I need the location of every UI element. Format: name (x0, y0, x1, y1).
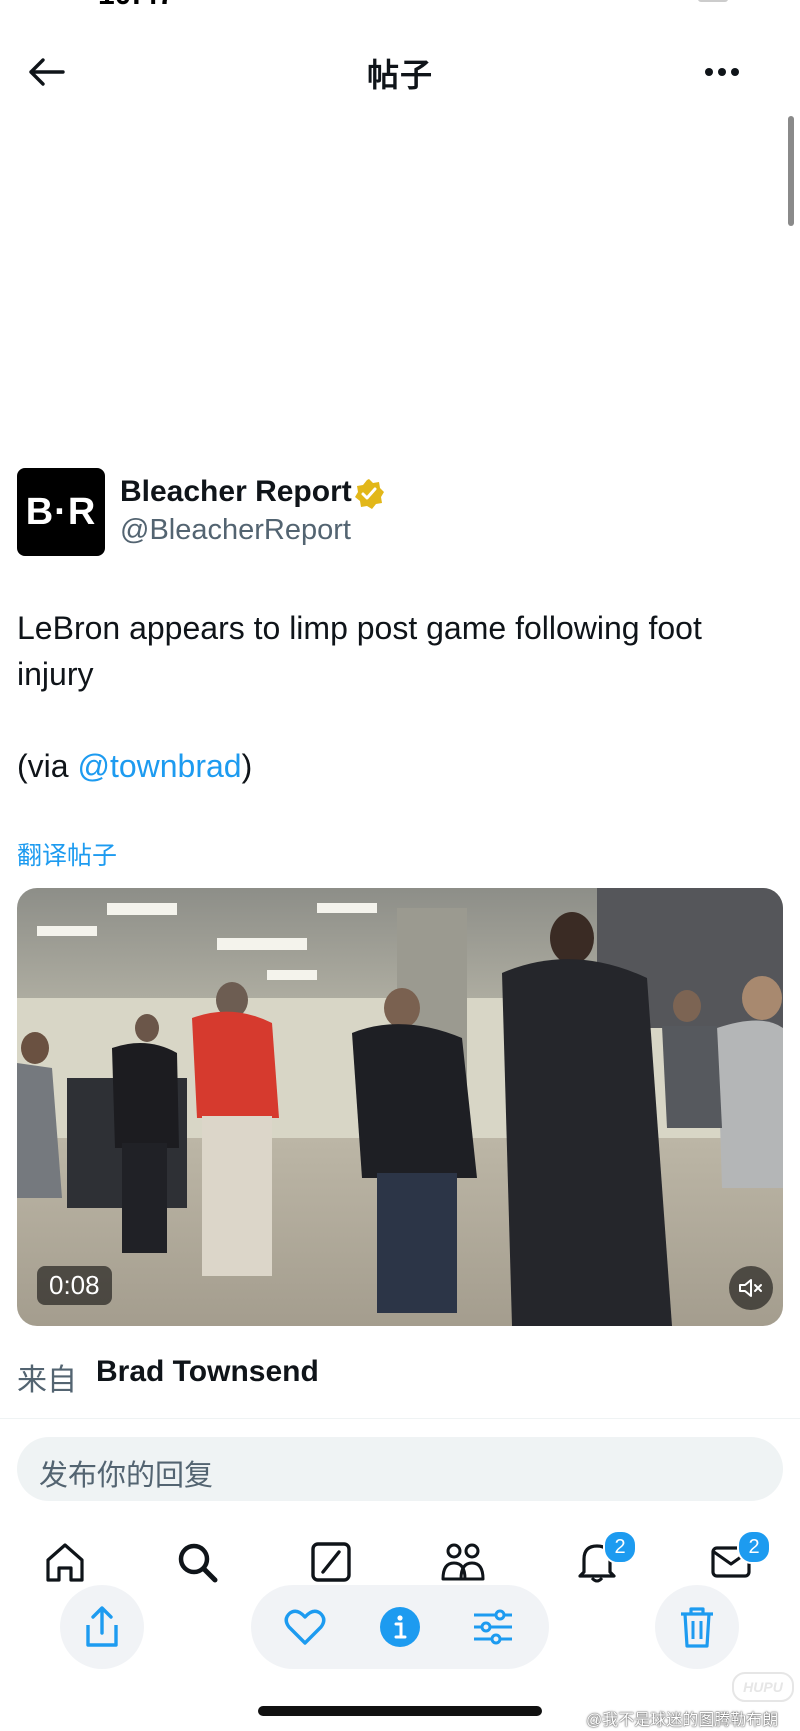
delete-button[interactable] (655, 1585, 739, 1669)
video-player[interactable]: 0:08 (17, 888, 783, 1326)
translate-post-link[interactable]: 翻译帖子 (17, 836, 117, 872)
watermark-logo: HUPU (732, 1672, 794, 1702)
author-avatar[interactable]: B·R (17, 468, 105, 556)
like-button[interactable] (278, 1600, 332, 1654)
watermark-text: @我不是球迷的图腾勒布朗 (586, 1712, 779, 1729)
slash-box-icon (311, 1542, 351, 1582)
page-title: 帖子 (366, 57, 433, 93)
via-line: (via @townbrad) (17, 743, 252, 789)
mute-button[interactable] (729, 1266, 773, 1310)
nav-search-button[interactable] (170, 1535, 224, 1589)
video-frame (17, 888, 783, 1326)
heart-icon (284, 1609, 326, 1645)
via-suffix: ) (241, 748, 253, 784)
video-duration: 0:08 (37, 1266, 112, 1305)
from-label: 来自 (17, 1364, 77, 1397)
author-handle[interactable]: @BleacherReport (120, 514, 351, 547)
status-time: 10:47 (98, 0, 175, 12)
trash-icon (681, 1607, 713, 1648)
nav-grok-button[interactable] (304, 1535, 358, 1589)
share-button[interactable] (60, 1585, 144, 1669)
mention-link[interactable]: @townbrad (77, 748, 241, 784)
via-prefix: (via (17, 748, 78, 784)
volume-mute-icon (739, 1279, 762, 1297)
share-icon (86, 1606, 118, 1647)
divider (0, 1418, 800, 1419)
sliders-icon (474, 1609, 512, 1645)
messages-badge: 2 (737, 1530, 771, 1564)
person-red-jacket (192, 982, 279, 1276)
reply-input[interactable]: 发布你的回复 (17, 1437, 783, 1501)
people-icon (441, 1543, 485, 1581)
nav-communities-button[interactable] (436, 1535, 490, 1589)
author-name[interactable]: Bleacher Report (120, 475, 352, 509)
status-icons (698, 0, 728, 2)
post-text: LeBron appears to limp post game followi… (17, 610, 702, 692)
notifications-badge: 2 (603, 1530, 637, 1564)
more-options-button[interactable] (698, 48, 746, 96)
from-author-name[interactable]: Brad Townsend (96, 1355, 319, 1389)
adjust-button[interactable] (466, 1600, 520, 1654)
more-horizontal-icon (705, 68, 739, 76)
verified-badge-icon (355, 479, 384, 509)
home-indicator (258, 1706, 542, 1716)
home-icon (46, 1543, 84, 1582)
reply-placeholder: 发布你的回复 (39, 1460, 214, 1492)
info-icon (380, 1607, 420, 1647)
scrollbar[interactable] (788, 116, 794, 226)
search-icon (178, 1543, 218, 1583)
nav-home-button[interactable] (38, 1535, 92, 1589)
info-button[interactable] (373, 1600, 427, 1654)
